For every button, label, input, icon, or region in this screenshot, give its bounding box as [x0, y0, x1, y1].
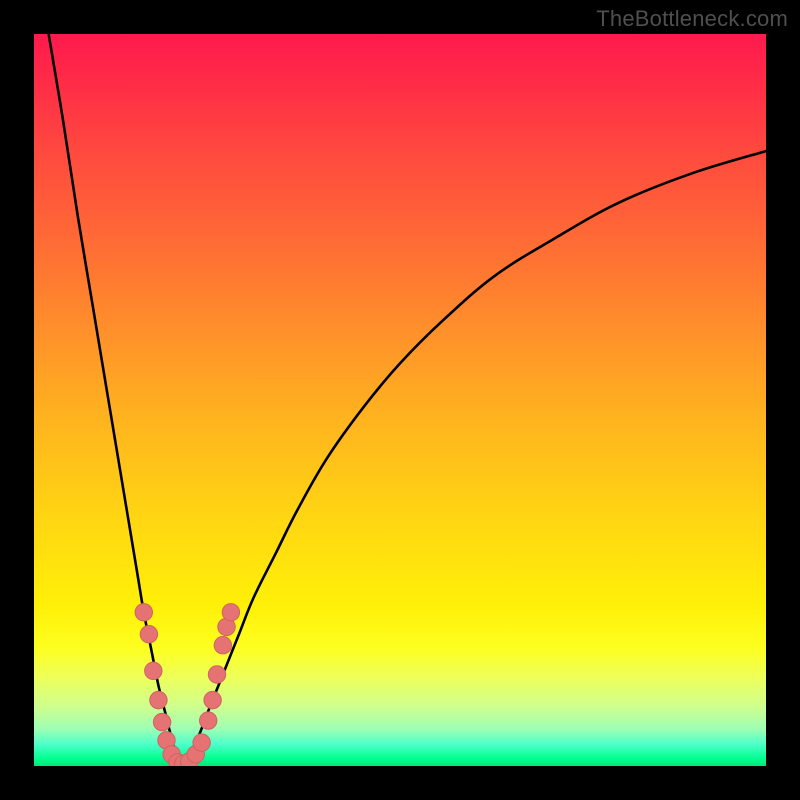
marker-dot	[214, 637, 231, 654]
marker-group	[135, 604, 240, 766]
marker-dot	[193, 734, 210, 751]
marker-dot	[153, 713, 170, 730]
marker-dot	[204, 691, 221, 708]
chart-frame: TheBottleneck.com	[0, 0, 800, 800]
curve-right-branch	[180, 151, 766, 766]
marker-dot	[200, 712, 217, 729]
marker-dot	[150, 691, 167, 708]
marker-dot	[140, 626, 157, 643]
curve-left-branch	[49, 34, 181, 766]
series-group	[49, 34, 766, 766]
marker-dot	[145, 662, 162, 679]
marker-dot	[222, 604, 239, 621]
marker-dot	[135, 604, 152, 621]
marker-dot	[208, 666, 225, 683]
watermark-text: TheBottleneck.com	[596, 6, 788, 32]
plot-area	[34, 34, 766, 766]
chart-svg	[34, 34, 766, 766]
